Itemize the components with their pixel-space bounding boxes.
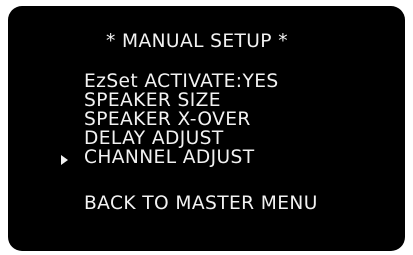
osd-screen: * MANUAL SETUP * EzSet ACTIVATE:YES SPEA… xyxy=(8,6,405,251)
menu-title: * MANUAL SETUP * xyxy=(106,30,288,52)
back-to-master-menu-item[interactable]: BACK TO MASTER MENU xyxy=(84,194,318,213)
selection-cursor-icon xyxy=(61,155,68,165)
menu-item-channel-adjust[interactable]: CHANNEL ADJUST xyxy=(84,148,255,167)
